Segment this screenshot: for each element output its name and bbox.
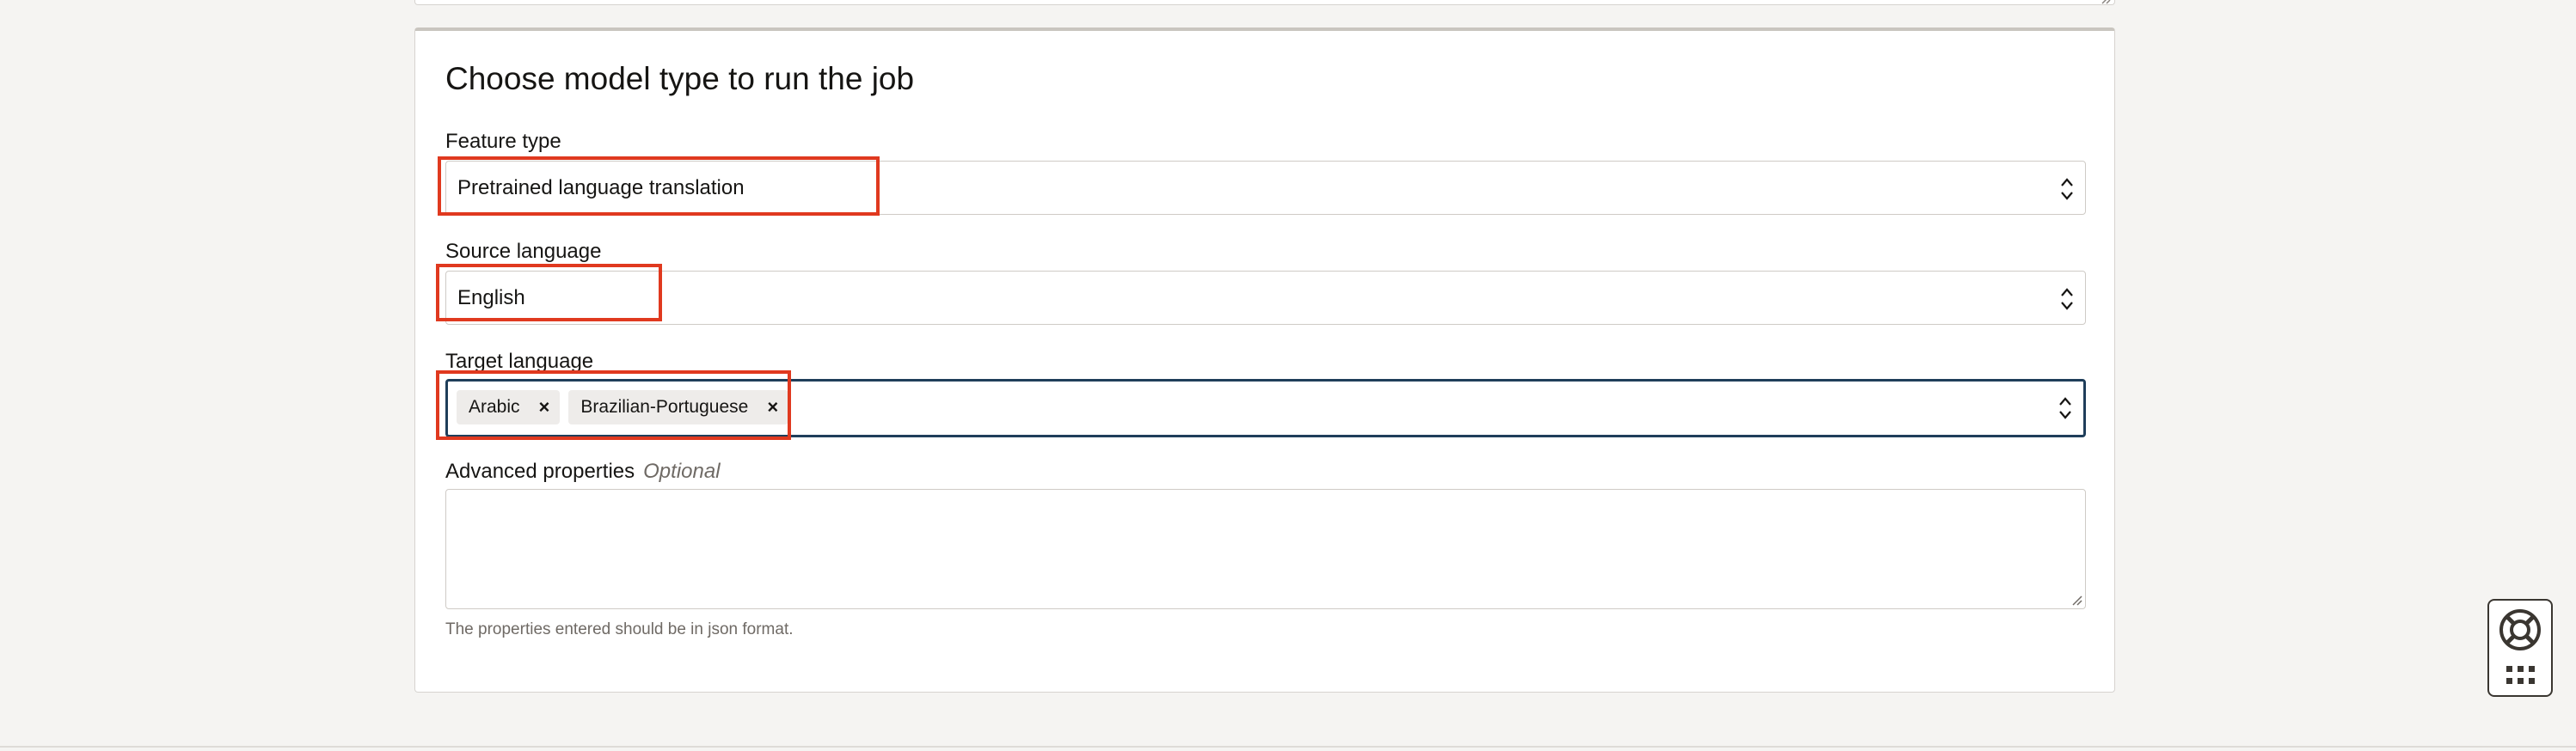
chip-label: Brazilian-Portuguese bbox=[580, 397, 749, 417]
previous-section-card bbox=[414, 0, 2115, 5]
advanced-properties-textarea[interactable] bbox=[445, 489, 2086, 609]
remove-chip-icon[interactable]: × bbox=[539, 398, 550, 417]
help-widget[interactable] bbox=[2487, 599, 2553, 697]
target-language-label: Target language bbox=[445, 350, 594, 373]
card-title: Choose model type to run the job bbox=[445, 61, 915, 96]
advanced-properties-label: Advanced properties Optional bbox=[445, 460, 721, 484]
chevron-up-down-icon bbox=[2059, 397, 2071, 419]
grid-dots-icon[interactable] bbox=[2505, 664, 2537, 687]
chip-brazilian-portuguese: Brazilian-Portuguese × bbox=[568, 390, 789, 424]
bottom-divider bbox=[0, 746, 2576, 748]
optional-tag: Optional bbox=[643, 460, 721, 483]
resize-handle-icon[interactable] bbox=[2099, 0, 2111, 4]
feature-type-select[interactable]: Pretrained language translation bbox=[445, 161, 2086, 215]
remove-chip-icon[interactable]: × bbox=[767, 398, 778, 417]
chevron-up-down-icon bbox=[2061, 288, 2073, 310]
resize-handle-icon[interactable] bbox=[2070, 594, 2082, 606]
source-language-label: Source language bbox=[445, 240, 602, 263]
chip-label: Arabic bbox=[469, 397, 520, 417]
source-language-value: English bbox=[457, 286, 525, 309]
target-language-multiselect[interactable]: Arabic × Brazilian-Portuguese × bbox=[445, 379, 2086, 437]
lifebuoy-icon[interactable] bbox=[2498, 608, 2542, 652]
chip-arabic: Arabic × bbox=[457, 390, 561, 424]
model-type-card: Choose model type to run the job Feature… bbox=[414, 27, 2115, 693]
chevron-up-down-icon bbox=[2061, 178, 2073, 200]
source-language-select[interactable]: English bbox=[445, 271, 2086, 325]
advanced-properties-help: The properties entered should be in json… bbox=[445, 620, 794, 638]
feature-type-value: Pretrained language translation bbox=[457, 176, 745, 199]
page: Choose model type to run the job Feature… bbox=[0, 0, 2576, 751]
advanced-properties-text: Advanced properties bbox=[445, 460, 635, 483]
target-language-chips: Arabic × Brazilian-Portuguese × bbox=[457, 390, 789, 424]
feature-type-label: Feature type bbox=[445, 130, 561, 153]
